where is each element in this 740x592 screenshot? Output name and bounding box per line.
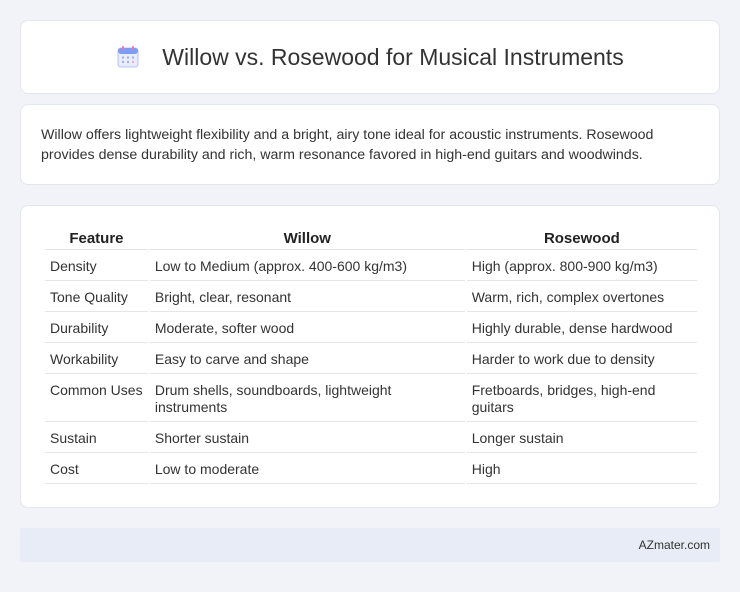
header-card: Willow vs. Rosewood for Musical Instrume… — [20, 20, 720, 94]
table-row: Sustain Shorter sustain Longer sustain — [45, 424, 697, 453]
summary-text: Willow offers lightweight flexibility an… — [41, 127, 654, 163]
summary-card: Willow offers lightweight flexibility an… — [20, 104, 720, 185]
footer-bar: AZmater.com — [20, 528, 720, 562]
table-row: Cost Low to moderate High — [45, 455, 697, 484]
feature-cell: Cost — [45, 455, 148, 484]
table-row: Workability Easy to carve and shape Hard… — [45, 345, 697, 374]
title-wrap: Willow vs. Rosewood for Musical Instrume… — [116, 43, 624, 71]
page-title: Willow vs. Rosewood for Musical Instrume… — [162, 43, 624, 70]
rosewood-cell: High — [466, 455, 697, 484]
feature-cell: Sustain — [45, 424, 148, 453]
table-row: Durability Moderate, softer wood Highly … — [45, 314, 697, 343]
header-willow: Willow — [149, 228, 465, 250]
table-row: Common Uses Drum shells, soundboards, li… — [45, 376, 697, 422]
willow-cell: Bright, clear, resonant — [149, 283, 465, 312]
calendar-icon — [117, 46, 139, 68]
willow-cell: Low to Medium (approx. 400-600 kg/m3) — [149, 252, 465, 281]
rosewood-cell: Highly durable, dense hardwood — [466, 314, 697, 343]
table-header-row: Feature Willow Rosewood — [45, 228, 697, 250]
willow-cell: Moderate, softer wood — [149, 314, 465, 343]
feature-cell: Density — [45, 252, 148, 281]
header-rosewood: Rosewood — [466, 228, 697, 250]
willow-cell: Drum shells, soundboards, lightweight in… — [149, 376, 465, 422]
rosewood-cell: Fretboards, bridges, high-end guitars — [466, 376, 697, 422]
willow-cell: Low to moderate — [149, 455, 465, 484]
willow-cell: Shorter sustain — [149, 424, 465, 453]
table-row: Tone Quality Bright, clear, resonant War… — [45, 283, 697, 312]
header-feature: Feature — [45, 228, 148, 250]
willow-cell: Easy to carve and shape — [149, 345, 465, 374]
feature-cell: Common Uses — [45, 376, 148, 422]
rosewood-cell: High (approx. 800-900 kg/m3) — [466, 252, 697, 281]
feature-cell: Durability — [45, 314, 148, 343]
rosewood-cell: Warm, rich, complex overtones — [466, 283, 697, 312]
comparison-table: Feature Willow Rosewood Density Low to M… — [43, 226, 699, 486]
footer-site-link[interactable]: AZmater.com — [639, 538, 710, 552]
rosewood-cell: Longer sustain — [466, 424, 697, 453]
comparison-table-card: Feature Willow Rosewood Density Low to M… — [20, 205, 720, 508]
table-row: Density Low to Medium (approx. 400-600 k… — [45, 252, 697, 281]
rosewood-cell: Harder to work due to density — [466, 345, 697, 374]
feature-cell: Workability — [45, 345, 148, 374]
feature-cell: Tone Quality — [45, 283, 148, 312]
